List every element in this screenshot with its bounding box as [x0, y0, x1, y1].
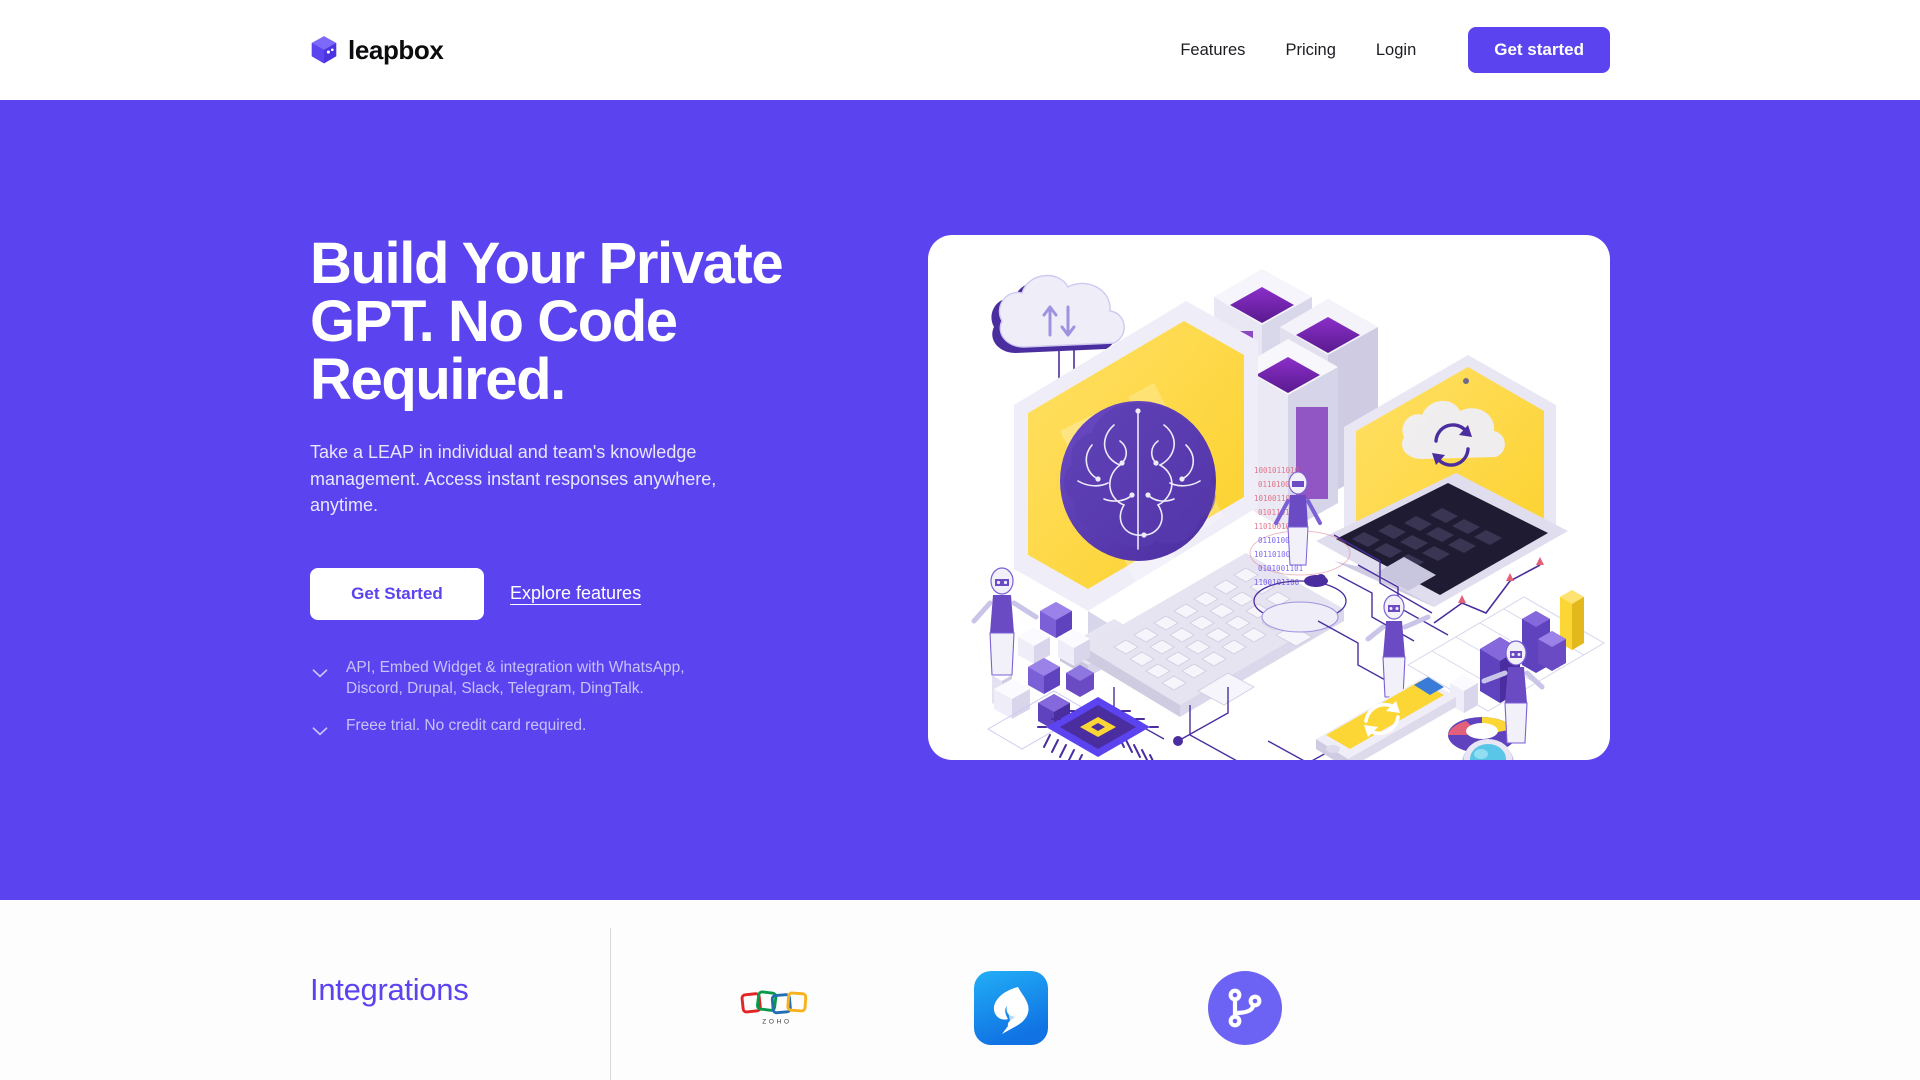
integrations-inner: Integrations ZOHO [310, 900, 1610, 1080]
main-nav: Features Pricing Login Get started [1160, 27, 1610, 73]
hero-visual: 10010110100110100101 1010011011010110100… [910, 235, 1610, 760]
site-header: leapbox Features Pricing Login Get start… [0, 0, 1920, 100]
illustration-card: 10010110100110100101 1010011011010110100… [928, 235, 1610, 760]
landing-page: leapbox Features Pricing Login Get start… [0, 0, 1920, 1080]
feature-text: Freee trial. No credit card required. [346, 716, 587, 734]
dingtalk-logo-icon [974, 971, 1048, 1045]
hero-section: Build Your Private GPT. No Code Required… [0, 100, 1920, 900]
brand-logo[interactable]: leapbox [310, 35, 444, 65]
feature-text: API, Embed Widget & integration with Wha… [346, 658, 685, 697]
list-item: API, Embed Widget & integration with Wha… [310, 658, 870, 700]
explore-features-link[interactable]: Explore features [510, 583, 641, 604]
hero-actions: Get Started Explore features [310, 567, 870, 620]
zoho-logo[interactable]: ZOHO [740, 971, 814, 1045]
list-item: Freee trial. No credit card required. [310, 716, 870, 741]
hero-copy: Build Your Private GPT. No Code Required… [310, 235, 910, 741]
brand-name: leapbox [348, 35, 444, 65]
nav-link-features[interactable]: Features [1160, 41, 1265, 60]
integrations-title: Integrations [310, 972, 469, 1007]
zoho-logo-icon: ZOHO [740, 990, 808, 1025]
nav-link-login[interactable]: Login [1356, 41, 1436, 60]
check-icon [312, 669, 328, 678]
svg-text:ZOHO: ZOHO [762, 1018, 792, 1025]
isometric-ai-illustration: 10010110100110100101 1010011011010110100… [971, 269, 1605, 760]
nav-link-pricing[interactable]: Pricing [1265, 41, 1355, 60]
hero-feature-list: API, Embed Widget & integration with Wha… [310, 658, 870, 741]
header-inner: leapbox Features Pricing Login Get start… [310, 27, 1610, 73]
hero-subtitle: Take a LEAP in individual and team's kno… [310, 442, 717, 516]
hero-title: Build Your Private GPT. No Code Required… [310, 231, 784, 412]
dingtalk-logo[interactable] [974, 971, 1048, 1045]
cube-icon [311, 36, 337, 64]
git-branch-logo-icon [1208, 971, 1282, 1045]
integrations-section: Integrations ZOHO [0, 900, 1920, 1080]
hero-inner: Build Your Private GPT. No Code Required… [310, 100, 1610, 760]
git-branch-logo[interactable] [1208, 971, 1282, 1045]
header-get-started-button[interactable]: Get started [1468, 27, 1610, 73]
check-icon [312, 727, 328, 735]
hero-get-started-button[interactable]: Get Started [310, 567, 484, 620]
integration-logo-list: ZOHO [740, 935, 1282, 1045]
vertical-divider [610, 928, 611, 1080]
svg-text:1100101100: 1100101100 [1254, 578, 1300, 587]
